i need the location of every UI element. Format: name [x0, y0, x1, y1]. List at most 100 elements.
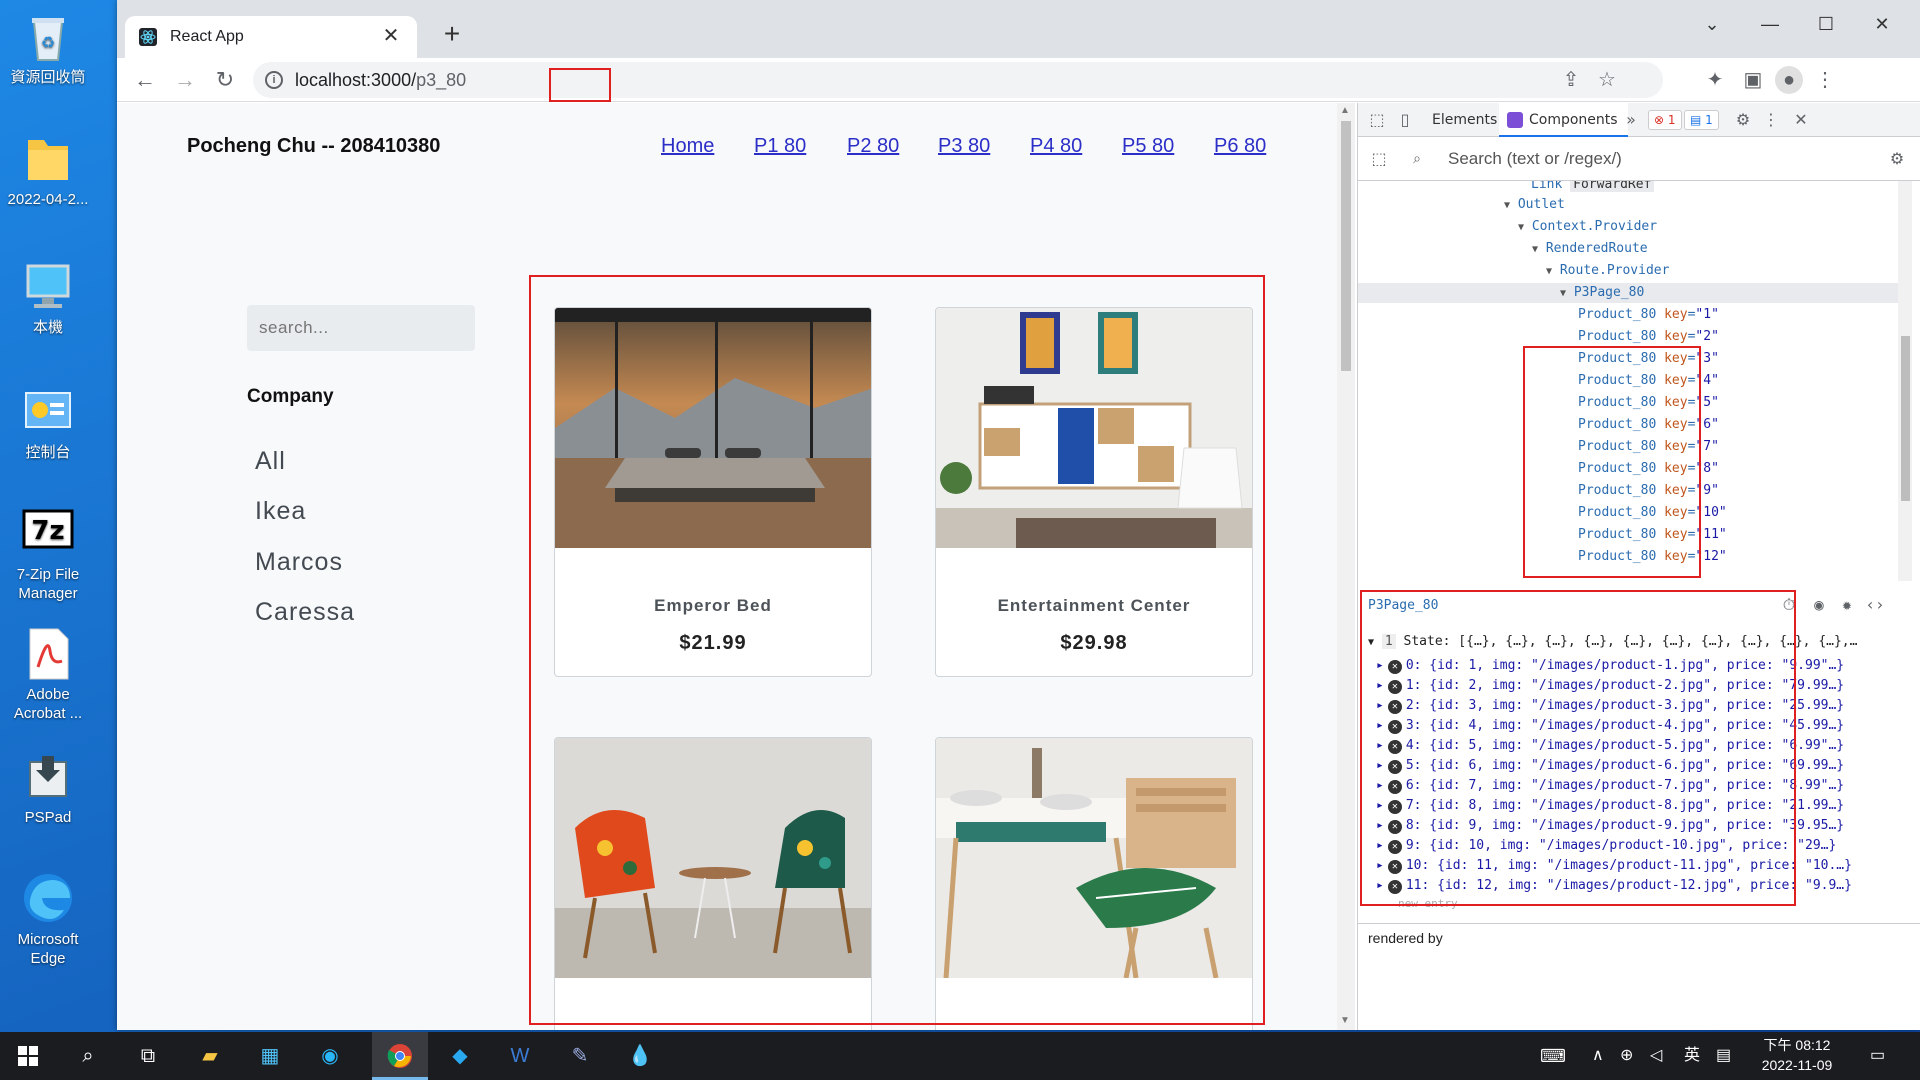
company-filter-marcos[interactable]: Marcos: [255, 548, 343, 577]
browser-window: React App ✕ + ⌄ — ☐ ✕ ← → ↻ i localhost:…: [117, 0, 1920, 1030]
file-explorer-icon[interactable]: ▰: [182, 1032, 238, 1080]
message-count-badge[interactable]: ▤ 1: [1684, 110, 1719, 130]
profile-avatar-icon[interactable]: ●: [1775, 66, 1803, 94]
nav-link-p4[interactable]: P4 80: [1030, 135, 1082, 158]
color-app-taskbar-icon[interactable]: 💧: [612, 1032, 668, 1080]
tab-search-icon[interactable]: ⌄: [1692, 10, 1732, 38]
tab-elements[interactable]: Elements: [1420, 103, 1509, 137]
vscode-taskbar-icon[interactable]: ◆: [432, 1032, 488, 1080]
extensions-icon[interactable]: ✦: [1701, 66, 1729, 94]
desktop-icon-edge[interactable]: Microsoft Edge: [6, 870, 90, 968]
close-window-button[interactable]: ✕: [1862, 10, 1902, 38]
control-panel-icon: [20, 383, 76, 439]
device-toolbar-icon[interactable]: ▯: [1394, 109, 1416, 131]
nav-link-p2[interactable]: P2 80: [847, 135, 899, 158]
task-view-icon[interactable]: ⧉: [120, 1032, 176, 1080]
tree-node-product[interactable]: Product_80 key="1": [1578, 305, 1719, 325]
search-icon[interactable]: ⌕: [60, 1032, 116, 1080]
url-path: p3_80: [416, 70, 467, 90]
chrome-taskbar-icon[interactable]: [372, 1032, 428, 1080]
minimize-button[interactable]: —: [1750, 10, 1790, 38]
components-settings-icon[interactable]: ⚙: [1886, 148, 1908, 170]
nav-link-p1[interactable]: P1 80: [754, 135, 806, 158]
keyboard-icon[interactable]: ⌨: [1540, 1032, 1566, 1080]
tree-node-link[interactable]: Link ForwardRef: [1531, 181, 1655, 195]
system-clock[interactable]: 下午 08:12 2022-11-09: [1752, 1035, 1842, 1075]
browser-tab[interactable]: React App ✕: [125, 16, 417, 58]
address-bar[interactable]: i localhost:3000/p3_80 ⇪ ☆: [253, 62, 1663, 102]
paint-taskbar-icon[interactable]: ✎: [552, 1032, 608, 1080]
company-filter-ikea[interactable]: Ikea: [255, 497, 306, 526]
tree-node-key: "2": [1695, 329, 1719, 344]
company-filter-all[interactable]: All: [255, 447, 286, 476]
reload-button[interactable]: ↻: [209, 64, 241, 96]
inspect-eye-icon[interactable]: ◉: [1808, 594, 1830, 616]
company-filter-caressa[interactable]: Caressa: [255, 598, 355, 627]
page-scrollbar-thumb[interactable]: [1341, 121, 1351, 371]
devtools-close-icon[interactable]: ✕: [1790, 109, 1812, 131]
tab-components[interactable]: Components: [1499, 103, 1628, 137]
side-panel-icon[interactable]: ▣: [1739, 66, 1767, 94]
expand-arrow-icon[interactable]: ▼: [1546, 266, 1552, 277]
nav-link-p6[interactable]: P6 80: [1214, 135, 1266, 158]
more-tabs-icon[interactable]: »: [1620, 109, 1642, 131]
error-count-badge[interactable]: ⊗ 1: [1648, 110, 1682, 130]
desktop-icon-recycle-bin[interactable]: ♻ 資源回收筒: [6, 8, 90, 87]
inspect-element-icon[interactable]: ⬚: [1366, 109, 1388, 131]
bookmark-star-icon[interactable]: ☆: [1593, 66, 1621, 94]
expand-arrow-icon[interactable]: ▼: [1532, 244, 1538, 255]
desktop-icon-folder[interactable]: 2022-04-2...: [6, 130, 90, 209]
component-search-input[interactable]: Search (text or /regex/): [1448, 149, 1622, 169]
share-icon[interactable]: ⇪: [1557, 66, 1585, 94]
debug-bug-icon[interactable]: ✹: [1836, 594, 1858, 616]
new-tab-button[interactable]: +: [437, 20, 467, 50]
back-button[interactable]: ←: [129, 64, 161, 96]
tree-scrollbar-thumb[interactable]: [1901, 336, 1910, 501]
nav-link-home[interactable]: Home: [661, 135, 714, 158]
desktop-icon-pspad[interactable]: PSPad: [6, 748, 90, 827]
tree-scrollbar[interactable]: [1898, 181, 1912, 581]
expand-arrow-icon[interactable]: ▼: [1504, 200, 1510, 211]
expand-arrow-icon[interactable]: ▼: [1560, 288, 1566, 299]
network-icon[interactable]: ⊕: [1620, 1032, 1633, 1080]
tree-node-route-provider[interactable]: ▼ Route.Provider: [1546, 261, 1669, 281]
tree-node-rendered-route[interactable]: ▼ RenderedRoute: [1532, 239, 1648, 259]
ime-mode-icon[interactable]: ▤: [1716, 1032, 1731, 1080]
tree-node-product[interactable]: Product_80 key="2": [1578, 327, 1719, 347]
scroll-down-arrow-icon[interactable]: ▼: [1340, 1015, 1350, 1026]
select-component-icon[interactable]: ⬚: [1368, 148, 1390, 170]
desktop-icon-acrobat[interactable]: Adobe Acrobat ...: [6, 625, 90, 723]
tree-node-context-provider[interactable]: ▼ Context.Provider: [1518, 217, 1657, 237]
edge-taskbar-icon[interactable]: ◉: [302, 1032, 358, 1080]
expand-arrow-icon[interactable]: ▼: [1518, 222, 1524, 233]
desktop-icon-control-panel[interactable]: 控制台: [6, 383, 90, 462]
page-scrollbar[interactable]: ▲ ▼: [1337, 103, 1355, 1030]
chrome-menu-icon[interactable]: ⋮: [1811, 66, 1839, 94]
start-button[interactable]: [0, 1032, 56, 1080]
url-text[interactable]: localhost:3000/p3_80: [295, 70, 466, 91]
word-taskbar-icon[interactable]: W: [492, 1032, 548, 1080]
forward-button[interactable]: →: [169, 64, 201, 96]
maximize-button[interactable]: ☐: [1806, 10, 1846, 38]
desktop-icon-7zip[interactable]: 7z 7-Zip File Manager: [6, 505, 90, 603]
scroll-up-arrow-icon[interactable]: ▲: [1340, 105, 1350, 116]
tab-close-icon[interactable]: ✕: [379, 24, 403, 48]
tree-node-outlet[interactable]: ▼ Outlet: [1504, 195, 1565, 215]
tree-node-p3page[interactable]: ▼ P3Page_80: [1358, 283, 1898, 303]
view-source-icon[interactable]: ‹›: [1864, 594, 1886, 616]
devtools-settings-icon[interactable]: ⚙: [1732, 109, 1754, 131]
nav-link-p3[interactable]: P3 80: [938, 135, 990, 158]
volume-icon[interactable]: ◁: [1650, 1032, 1662, 1080]
site-info-icon[interactable]: i: [265, 71, 283, 89]
ime-indicator[interactable]: 英: [1684, 1032, 1700, 1080]
search-input[interactable]: [247, 305, 475, 351]
message-count: 1: [1705, 113, 1713, 127]
desktop-icon-computer[interactable]: 本機: [6, 258, 90, 337]
nav-link-p5[interactable]: P5 80: [1122, 135, 1174, 158]
store-icon[interactable]: ▦: [242, 1032, 298, 1080]
computer-icon: [20, 258, 76, 314]
devtools-menu-icon[interactable]: ⋮: [1760, 109, 1782, 131]
notifications-icon[interactable]: ▭: [1870, 1032, 1885, 1080]
tree-node-label: Context.Provider: [1531, 219, 1658, 234]
show-hidden-icons-icon[interactable]: ∧: [1592, 1032, 1604, 1080]
